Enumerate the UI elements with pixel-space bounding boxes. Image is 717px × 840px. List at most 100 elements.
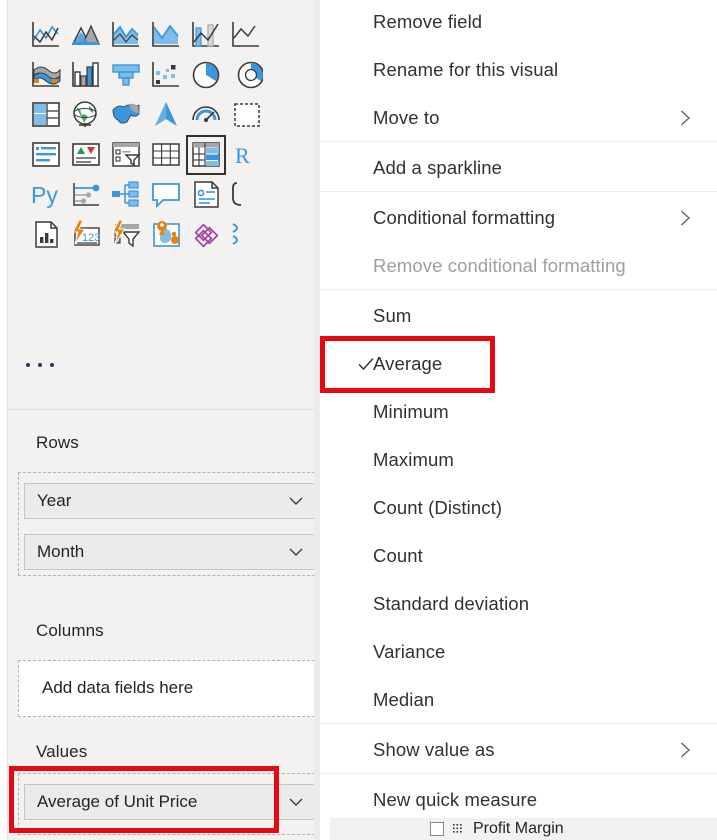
menu-item-maximum[interactable]: Maximum xyxy=(320,436,717,484)
menu-item-conditional-formatting[interactable]: Conditional formatting xyxy=(320,194,717,242)
waterfall-chart-icon[interactable] xyxy=(26,55,66,95)
field-pill-year-label: Year xyxy=(37,491,72,510)
menu-item-count-distinct[interactable]: Count (Distinct) xyxy=(320,484,717,532)
multi-row-card-icon[interactable] xyxy=(26,135,66,175)
chevron-right-icon[interactable] xyxy=(675,108,695,128)
power-bi-visualizations-pane-with-context-menu: R Py 123 Rows Year Month Columns Add data … xyxy=(0,0,717,840)
decomposition-tree-icon[interactable] xyxy=(106,175,146,215)
smart-narrative-icon[interactable] xyxy=(186,175,226,215)
pie-chart-icon[interactable] xyxy=(186,55,226,95)
columns-placeholder: Add data fields here xyxy=(42,678,194,697)
visualizations-gallery[interactable]: R Py 123 xyxy=(8,0,320,400)
filled-map-icon[interactable] xyxy=(106,95,146,135)
pane-divider xyxy=(8,409,320,410)
menu-item-remove-conditional-formatting: Remove conditional formatting xyxy=(320,242,717,290)
field-pill-month[interactable]: Month xyxy=(24,534,316,570)
scatter-chart-icon[interactable] xyxy=(146,55,186,95)
area-chart-icon[interactable] xyxy=(66,15,106,55)
chevron-down-icon[interactable] xyxy=(287,793,305,811)
more-visuals-ellipsis[interactable] xyxy=(26,355,70,375)
line-and-stacked-column-chart-icon[interactable] xyxy=(26,15,66,55)
menu-item-new-quick-measure[interactable]: New quick measure xyxy=(320,776,717,824)
svg-text:123: 123 xyxy=(82,232,100,244)
menu-item-rename-for-this-visual-label: Rename for this visual xyxy=(373,59,559,80)
menu-separator xyxy=(320,289,717,290)
menu-item-show-value-as-label: Show value as xyxy=(373,739,495,760)
purple-diamonds-icon[interactable] xyxy=(186,215,226,255)
funnel-chart-icon[interactable] xyxy=(106,55,146,95)
power-apps-icon[interactable]: 123 xyxy=(66,215,106,255)
menu-separator xyxy=(320,191,717,192)
menu-item-new-quick-measure-label: New quick measure xyxy=(373,789,538,810)
menu-item-count-distinct-label: Count (Distinct) xyxy=(373,497,503,518)
key-influencers-icon[interactable] xyxy=(66,175,106,215)
menu-item-standard-deviation[interactable]: Standard deviation xyxy=(320,580,717,628)
menu-item-move-to[interactable]: Move to xyxy=(320,94,717,142)
ellipsis-dot-1 xyxy=(26,363,30,367)
menu-item-median-label: Median xyxy=(373,689,435,710)
gauge-icon[interactable] xyxy=(186,95,226,135)
menu-separator xyxy=(320,141,717,142)
visualizations-pane: R Py 123 Rows Year Month Columns Add data … xyxy=(0,0,320,840)
arcgis-map-icon[interactable] xyxy=(146,215,186,255)
menu-separator xyxy=(320,773,717,774)
chevron-down-icon[interactable] xyxy=(287,543,305,561)
svg-text:R: R xyxy=(235,143,250,168)
well-label-values: Values xyxy=(36,742,88,761)
line-chart-filled-icon[interactable] xyxy=(146,15,186,55)
kpi-icon[interactable] xyxy=(66,135,106,175)
stacked-area-chart-icon[interactable] xyxy=(106,15,146,55)
menu-item-standard-deviation-label: Standard deviation xyxy=(373,593,530,614)
menu-item-count[interactable]: Count xyxy=(320,532,717,580)
azure-map-icon[interactable] xyxy=(146,95,186,135)
ribbon-chart-partial-icon[interactable] xyxy=(226,15,266,55)
field-pill-year[interactable]: Year xyxy=(24,483,316,519)
menu-item-show-value-as[interactable]: Show value as xyxy=(320,726,717,774)
chevron-down-icon[interactable] xyxy=(287,492,305,510)
menu-item-conditional-formatting-label: Conditional formatting xyxy=(373,207,556,228)
menu-item-median[interactable]: Median xyxy=(320,676,717,724)
partial-blue-icon[interactable] xyxy=(226,215,266,255)
line-and-clustered-column-chart-icon[interactable] xyxy=(186,15,226,55)
power-automate-icon[interactable] xyxy=(106,215,146,255)
menu-item-add-a-sparkline[interactable]: Add a sparkline xyxy=(320,144,717,192)
field-grip-icon xyxy=(452,823,465,836)
r-visual-partial-icon[interactable]: R xyxy=(226,135,266,175)
menu-item-rename-for-this-visual[interactable]: Rename for this visual xyxy=(320,46,717,94)
table-icon[interactable] xyxy=(146,135,186,175)
field-pill-average-of-unit-price[interactable]: Average of Unit Price xyxy=(24,784,316,820)
globe-map-icon[interactable] xyxy=(66,95,106,135)
menu-item-minimum-label: Minimum xyxy=(373,401,449,422)
donut-chart-partial-icon[interactable] xyxy=(226,55,266,95)
menu-item-sum[interactable]: Sum xyxy=(320,292,717,340)
menu-item-add-a-sparkline-label: Add a sparkline xyxy=(373,157,503,178)
clustered-column-chart-icon[interactable] xyxy=(66,55,106,95)
field-pill-month-label: Month xyxy=(37,542,85,561)
menu-item-variance[interactable]: Variance xyxy=(320,628,717,676)
treemap-icon[interactable] xyxy=(26,95,66,135)
svg-text:Py: Py xyxy=(31,182,58,208)
paginated-report-icon[interactable] xyxy=(26,215,66,255)
chevron-right-icon[interactable] xyxy=(675,740,695,760)
metrics-partial-icon[interactable] xyxy=(226,175,266,215)
q-and-a-icon[interactable] xyxy=(146,175,186,215)
pane-left-edge xyxy=(0,0,8,840)
menu-item-remove-field-label: Remove field xyxy=(373,11,483,32)
menu-separator xyxy=(320,723,717,724)
python-visual-icon[interactable]: Py xyxy=(26,175,66,215)
matrix-icon[interactable] xyxy=(186,135,226,175)
menu-item-minimum[interactable]: Minimum xyxy=(320,388,717,436)
slicer-icon[interactable] xyxy=(106,135,146,175)
menu-item-average-label: Average xyxy=(373,353,443,374)
menu-item-maximum-label: Maximum xyxy=(373,449,454,470)
menu-item-count-label: Count xyxy=(373,545,423,566)
well-label-rows: Rows xyxy=(36,433,79,452)
menu-item-average[interactable]: Average xyxy=(320,340,717,388)
field-context-menu[interactable]: Remove field Rename for this visual Move t… xyxy=(320,0,717,818)
menu-item-remove-field[interactable]: Remove field xyxy=(320,0,717,46)
field-checkbox[interactable] xyxy=(430,822,444,836)
menu-item-move-to-label: Move to xyxy=(373,107,440,128)
card-partial-icon[interactable] xyxy=(226,95,266,135)
field-pill-average-of-unit-price-label: Average of Unit Price xyxy=(37,792,198,811)
chevron-right-icon[interactable] xyxy=(675,208,695,228)
